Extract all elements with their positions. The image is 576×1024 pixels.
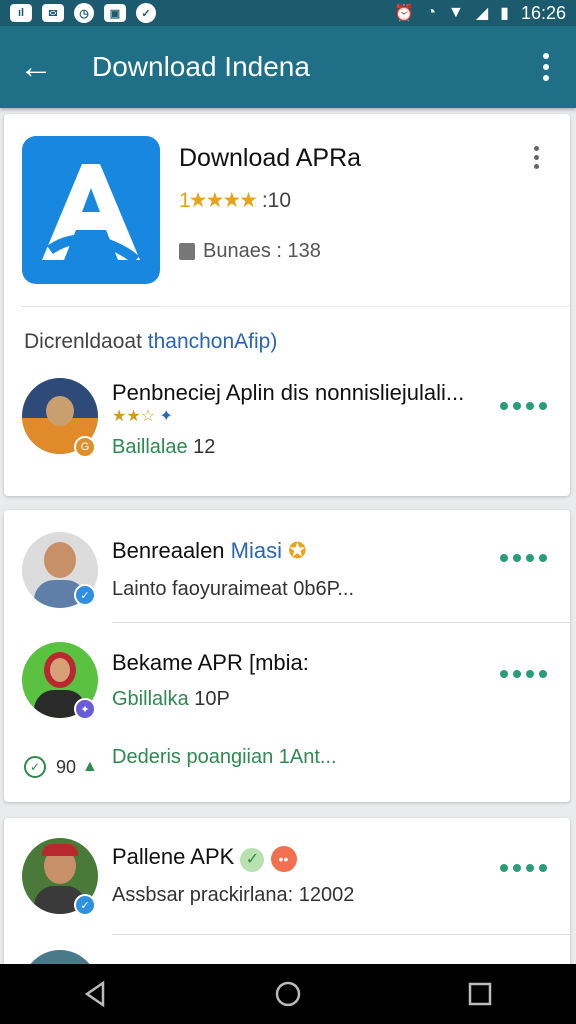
page-title: Download Indena [92,51,310,82]
app-name: Download APRa [179,144,362,172]
back-nav-icon[interactable] [66,964,126,1024]
divider [112,934,570,935]
bundles-text: Bunaes : 138 [203,240,321,262]
clock-time: 16:26 [520,2,566,23]
list-item-title-highlight: Miasi [230,538,282,563]
sparkle-badge-icon: ✦ [74,698,96,720]
like-count: 90 [56,756,77,777]
app-rating: 1★★★★ :10 [179,188,291,213]
list-card: ✓ Pallene APK ✓ •• Assbsar prackirlana: … [4,818,570,1024]
verified-icon: ✦ [159,408,173,425]
list-item-sub: Baillalae 12 [112,436,215,459]
email-notification-icon: ✉ [42,4,64,22]
check-circle-icon: ✓ [24,756,46,778]
recents-nav-icon[interactable] [450,964,510,1024]
status-bar: ıl ✉ ◷ ▣ ✓ ⏰ ◔ ▼ ◢ ▮ 16:26 [0,0,576,26]
navigation-bar [0,964,576,1024]
app-overflow-button[interactable] [534,146,539,169]
coin-badge-icon: G [74,436,96,458]
sync-icon: ◔ [426,4,436,21]
overflow-menu-button[interactable] [516,26,576,108]
app-logo-icon[interactable] [22,136,160,284]
thumbs-up-icon: ▲ [82,758,98,775]
app-logo-glyph [42,164,140,264]
app-bar: ← Download Indena [0,26,576,108]
emoji-icon: •• [270,846,297,872]
verified-badge-icon: ✓ [74,894,96,916]
battery-icon: ▮ [500,5,509,22]
item-more-icon[interactable] [500,402,547,410]
mini-rating: ★★☆ ✦ [112,406,173,426]
clock-notification-icon: ◷ [74,3,94,23]
list-item-title-main: Benreaalen [112,538,231,563]
list-item-title-main: Pallene APK [112,844,235,869]
award-icon: ✪ [288,538,307,563]
list-item-title: Pallene APK ✓ •• [112,844,297,872]
rating-count: :10 [261,189,292,212]
list-item-title: Benreaalen Miasi ✪ [112,538,307,564]
footer-text: Dederis poangiian 1Ant... [112,746,337,768]
list-card: ✓ Benreaalen Miasi ✪ Lainto faoyuraimeat… [4,510,570,802]
app-info-card: Download APRa 1★★★★ :10 Bunaes : 138 Dic… [4,114,570,496]
list-item-sub: Lainto faoyuraimeat 0b6P... [112,578,355,600]
section-title-link[interactable]: thanchonAfip) [148,330,278,353]
divider [160,306,570,307]
item-more-icon[interactable] [500,670,547,678]
verified-badge-icon: ✓ [74,584,96,606]
bundles-info: Bunaes : 138 [179,240,321,263]
list-item-title: Bekame APR [mbia: [112,650,309,675]
like-counter[interactable]: ✓ 90 ▲ [24,756,98,778]
check-notification-icon: ✓ [136,3,156,23]
list-item-sub-value: 12 [193,436,216,458]
notification-icon: ıl [10,4,32,22]
video-notification-icon: ▣ [104,4,126,22]
item-more-icon[interactable] [500,864,547,872]
list-item-sub-label: Gbillalka [112,688,189,710]
list-item-sub-label: Baillalae [112,436,188,458]
list-item-sub: Assbsar prackirlana: 12002 [112,884,355,906]
section-title-main: Dicrenldaoat [24,330,142,353]
item-more-icon[interactable] [500,554,547,562]
divider [22,306,160,307]
list-item-sub: Gbillalka 10P [112,688,230,711]
wifi-icon: ▼ [447,4,464,21]
alarm-icon: ⏰ [394,5,415,22]
bag-icon [179,243,195,260]
list-item-sub-value: 10P [194,688,230,710]
back-arrow-icon[interactable]: ← [0,26,72,108]
shield-check-icon: ✓ [240,848,265,872]
rating-stars: 1★★★★ [179,189,258,212]
divider [112,622,570,623]
home-nav-icon[interactable] [258,964,318,1024]
signal-icon: ◢ [475,5,489,22]
section-title: Dicrenldaoat thanchonAfip) [24,330,277,354]
list-item-title: Penbneciej Aplin dis nonnisliejulali... [112,380,465,405]
mini-stars: ★★☆ [112,408,156,425]
